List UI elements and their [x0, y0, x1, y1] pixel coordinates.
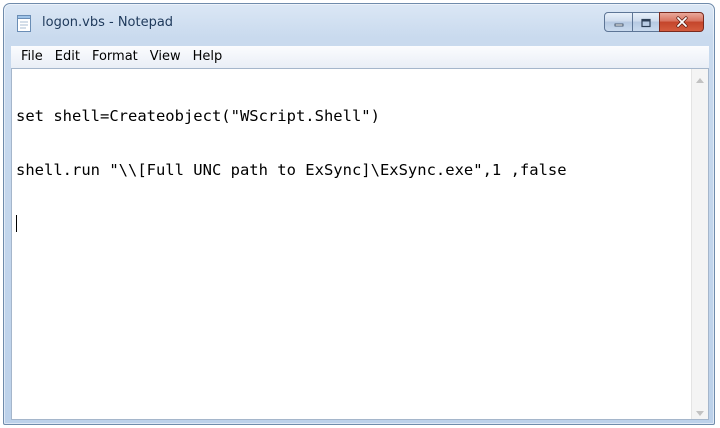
- editor-line-cursor: [16, 215, 688, 233]
- vertical-scrollbar[interactable]: [691, 69, 708, 419]
- menu-file[interactable]: File: [15, 46, 49, 68]
- title-bar[interactable]: logon.vbs - Notepad: [4, 4, 714, 42]
- menu-edit[interactable]: Edit: [49, 46, 86, 68]
- scroll-up-button[interactable]: [692, 69, 708, 86]
- text-caret: [16, 215, 17, 232]
- minimize-icon: [613, 13, 625, 32]
- minimize-button[interactable]: [604, 12, 633, 32]
- editor-line: set shell=Createobject("WScript.Shell"): [16, 107, 380, 125]
- editor-line: shell.run "\\[Full UNC path to ExSync]\E…: [16, 161, 567, 179]
- menu-bar: File Edit Format View Help: [11, 46, 709, 68]
- scroll-down-button[interactable]: [692, 402, 708, 419]
- menu-help[interactable]: Help: [187, 46, 229, 68]
- maximize-icon: [640, 13, 652, 32]
- caption-buttons: [604, 12, 704, 32]
- menu-format[interactable]: Format: [86, 46, 144, 68]
- text-editor[interactable]: set shell=Createobject("WScript.Shell") …: [11, 68, 709, 420]
- scroll-down-arrow-icon: [696, 401, 704, 420]
- maximize-button[interactable]: [632, 12, 660, 32]
- menu-view[interactable]: View: [144, 46, 187, 68]
- notepad-window: logon.vbs - Notepad File Edit Format Vie…: [3, 3, 715, 425]
- close-button[interactable]: [659, 12, 704, 32]
- scroll-up-arrow-icon: [696, 68, 704, 87]
- editor-text-area[interactable]: set shell=Createobject("WScript.Shell") …: [16, 71, 688, 419]
- close-icon: [675, 13, 689, 32]
- notepad-icon[interactable]: [16, 13, 33, 33]
- window-title: logon.vbs - Notepad: [42, 15, 174, 30]
